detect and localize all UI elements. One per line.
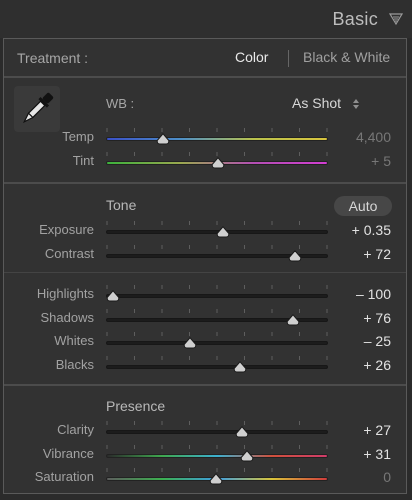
divider xyxy=(4,272,406,273)
slider-row-blacks: Blacks + 26 xyxy=(4,355,406,377)
tint-thumb[interactable] xyxy=(211,156,225,169)
exposure-value[interactable]: + 0.35 xyxy=(352,222,391,238)
whites-slider[interactable] xyxy=(106,331,328,353)
divider xyxy=(4,76,406,78)
highlights-slider[interactable] xyxy=(106,284,328,306)
slider-row-highlights: Highlights – 100 xyxy=(4,284,406,306)
vibrance-thumb[interactable] xyxy=(240,449,254,462)
slider-row-tint: Tint + 5 xyxy=(4,151,406,173)
shadows-value[interactable]: + 76 xyxy=(363,310,391,326)
exposure-thumb[interactable] xyxy=(216,225,230,238)
slider-row-clarity: Clarity + 27 xyxy=(4,420,406,442)
exposure-slider[interactable] xyxy=(106,220,328,242)
shadows-slider[interactable] xyxy=(106,308,328,330)
divider xyxy=(4,182,406,184)
vibrance-ticks xyxy=(106,445,328,449)
tone-section-title: Tone xyxy=(106,197,137,213)
wb-selector-button[interactable] xyxy=(14,86,60,132)
contrast-thumb[interactable] xyxy=(288,249,302,262)
saturation-value[interactable]: 0 xyxy=(383,469,391,485)
clarity-label: Clarity xyxy=(57,422,94,437)
whites-label: Whites xyxy=(54,333,94,348)
highlights-ticks xyxy=(106,285,328,289)
clarity-thumb[interactable] xyxy=(235,425,249,438)
vibrance-label: Vibrance xyxy=(42,446,94,461)
treatment-color-option[interactable]: Color xyxy=(235,49,268,65)
basic-panel: Treatment : Color Black & White WB : As … xyxy=(3,38,407,494)
clarity-slider[interactable] xyxy=(106,420,328,442)
treatment-bw-option[interactable]: Black & White xyxy=(303,49,390,65)
saturation-thumb[interactable] xyxy=(209,472,223,485)
slider-row-contrast: Contrast + 72 xyxy=(4,244,406,266)
temp-track[interactable] xyxy=(106,137,328,141)
contrast-value[interactable]: + 72 xyxy=(363,246,391,262)
slider-row-exposure: Exposure + 0.35 xyxy=(4,220,406,242)
slider-row-saturation: Saturation 0 xyxy=(4,467,406,489)
clarity-ticks xyxy=(106,421,328,425)
up-down-arrows-icon[interactable] xyxy=(352,98,360,110)
highlights-value[interactable]: – 100 xyxy=(356,286,391,302)
whites-track[interactable] xyxy=(106,341,328,345)
temp-label: Temp xyxy=(62,129,94,144)
shadows-label: Shadows xyxy=(40,310,94,325)
blacks-track[interactable] xyxy=(106,365,328,369)
blacks-label: Blacks xyxy=(55,357,94,372)
clarity-track[interactable] xyxy=(106,430,328,434)
clarity-value[interactable]: + 27 xyxy=(363,422,391,438)
highlights-track[interactable] xyxy=(106,294,328,298)
tint-slider[interactable] xyxy=(106,151,328,173)
temp-slider[interactable] xyxy=(106,127,328,149)
slider-row-whites: Whites – 25 xyxy=(4,331,406,353)
wb-value[interactable]: As Shot xyxy=(292,95,341,111)
saturation-label: Saturation xyxy=(34,469,94,484)
contrast-label: Contrast xyxy=(44,246,94,261)
slider-row-temp: Temp 4,400 xyxy=(4,127,406,149)
shadows-thumb[interactable] xyxy=(286,313,300,326)
exposure-label: Exposure xyxy=(39,222,94,237)
highlights-label: Highlights xyxy=(36,286,94,301)
divider xyxy=(4,384,406,386)
slider-row-vibrance: Vibrance + 31 xyxy=(4,444,406,466)
highlights-thumb[interactable] xyxy=(106,289,120,302)
whites-ticks xyxy=(106,332,328,336)
wb-label: WB : xyxy=(106,96,135,111)
blacks-thumb[interactable] xyxy=(233,360,247,373)
blacks-value[interactable]: + 26 xyxy=(363,357,391,373)
vibrance-value[interactable]: + 31 xyxy=(363,446,391,462)
temp-thumb[interactable] xyxy=(156,132,170,145)
slider-row-shadows: Shadows + 76 xyxy=(4,308,406,330)
auto-tone-button[interactable]: Auto xyxy=(334,196,392,216)
saturation-slider[interactable] xyxy=(106,467,328,489)
panel-title: Basic xyxy=(332,9,378,29)
panel-header[interactable]: Basic xyxy=(0,0,412,38)
whites-thumb[interactable] xyxy=(183,336,197,349)
temp-ticks xyxy=(106,128,328,132)
triangle-down-icon[interactable] xyxy=(389,12,403,26)
presence-section-title: Presence xyxy=(106,398,166,414)
vibrance-track[interactable] xyxy=(106,454,328,458)
treatment-label: Treatment : xyxy=(17,50,89,66)
treatment-separator xyxy=(288,50,289,67)
blacks-ticks xyxy=(106,356,328,360)
temp-value[interactable]: 4,400 xyxy=(356,129,391,145)
whites-value[interactable]: – 25 xyxy=(364,333,391,349)
tint-value[interactable]: + 5 xyxy=(371,153,391,169)
blacks-slider[interactable] xyxy=(106,355,328,377)
vibrance-slider[interactable] xyxy=(106,444,328,466)
eyedropper-icon xyxy=(22,92,54,124)
contrast-slider[interactable] xyxy=(106,244,328,266)
tint-label: Tint xyxy=(72,153,94,168)
